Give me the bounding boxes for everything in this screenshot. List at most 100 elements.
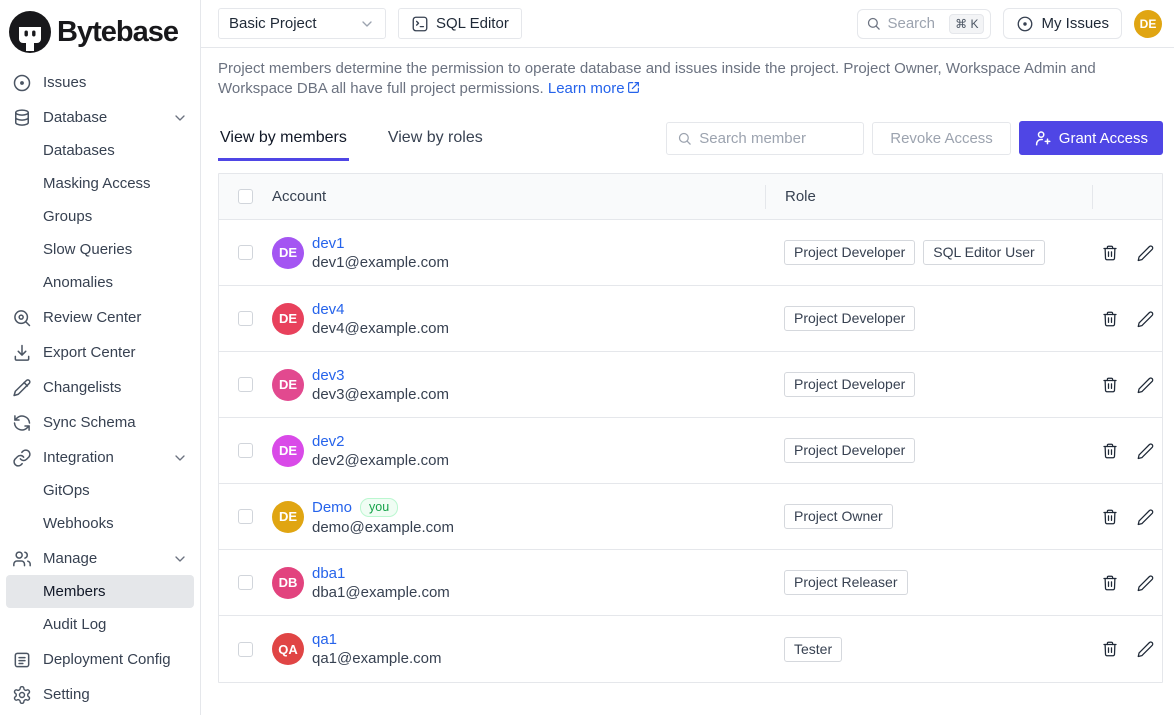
chevron-down-icon: [359, 16, 375, 32]
delete-member-trash-icon[interactable]: [1101, 442, 1119, 460]
sidebar-item-members[interactable]: Members: [6, 575, 194, 608]
sidebar-item-export-center[interactable]: Export Center: [6, 336, 194, 369]
row-checkbox[interactable]: [238, 642, 253, 657]
account-text: dev4 dev4@example.com: [312, 301, 449, 337]
revoke-access-button[interactable]: Revoke Access: [872, 122, 1011, 155]
edit-member-pencil-icon[interactable]: [1136, 310, 1154, 328]
edit-member-pencil-icon[interactable]: [1136, 442, 1154, 460]
members-table: Account Role DE dev1 dev1@example.com: [218, 173, 1163, 683]
member-name-link[interactable]: dev2: [312, 433, 345, 450]
sidebar-item-label: Databases: [43, 142, 115, 159]
sidebar-item-gitops[interactable]: GitOps: [6, 474, 194, 507]
member-email: dev4@example.com: [312, 320, 449, 337]
delete-member-trash-icon[interactable]: [1101, 508, 1119, 526]
select-all-checkbox[interactable]: [238, 189, 253, 204]
member-name-link[interactable]: dba1: [312, 565, 345, 582]
integration-icon: [12, 448, 32, 468]
chevron-down-icon: [172, 110, 188, 126]
sql-editor-button[interactable]: SQL Editor: [398, 8, 522, 39]
brand-logo[interactable]: Bytebase: [6, 8, 194, 64]
sidebar-item-slow-queries[interactable]: Slow Queries: [6, 233, 194, 266]
sidebar-item-masking-access[interactable]: Masking Access: [6, 167, 194, 200]
member-name-link[interactable]: qa1: [312, 631, 337, 648]
sidebar-item-anomalies[interactable]: Anomalies: [6, 266, 194, 299]
edit-member-pencil-icon[interactable]: [1136, 376, 1154, 394]
learn-more-link[interactable]: Learn more: [548, 80, 625, 97]
row-checkbox[interactable]: [238, 575, 253, 590]
member-email: dev2@example.com: [312, 452, 449, 469]
role-cell: Project Developer: [765, 372, 1092, 397]
member-name-link[interactable]: dev4: [312, 301, 345, 318]
sidebar-item-label: Sync Schema: [43, 414, 136, 431]
sidebar-item-webhooks[interactable]: Webhooks: [6, 507, 194, 540]
tab-view-by-members[interactable]: View by members: [218, 129, 349, 161]
sidebar-item-integration[interactable]: Integration: [6, 441, 194, 474]
delete-member-trash-icon[interactable]: [1101, 310, 1119, 328]
sidebar-item-label: Anomalies: [43, 274, 113, 291]
sidebar-item-label: Changelists: [43, 379, 121, 396]
sidebar-item-databases[interactable]: Databases: [6, 134, 194, 167]
project-select-value: Basic Project: [229, 15, 317, 32]
row-checkbox[interactable]: [238, 311, 253, 326]
topbar: Basic Project SQL Editor Search ⌘ K My I…: [201, 0, 1174, 48]
role-cell: Project Developer: [765, 306, 1092, 331]
role-chip: Project Owner: [784, 504, 893, 529]
brand-name: Bytebase: [57, 16, 178, 49]
member-avatar: DE: [272, 303, 304, 335]
search-placeholder: Search: [887, 15, 943, 32]
actions-cell: [1092, 508, 1162, 526]
sidebar-item-setting[interactable]: Setting: [6, 678, 194, 711]
actions-cell: [1092, 376, 1162, 394]
view-tabs: View by members View by roles: [218, 129, 485, 161]
edit-member-pencil-icon[interactable]: [1136, 508, 1154, 526]
terminal-icon: [411, 15, 429, 33]
member-search-input[interactable]: Search member: [666, 122, 864, 155]
sidebar-item-groups[interactable]: Groups: [6, 200, 194, 233]
member-name-link[interactable]: Demo: [312, 499, 352, 516]
sidebar-item-review-center[interactable]: Review Center: [6, 301, 194, 334]
member-name-link[interactable]: dev3: [312, 367, 345, 384]
sidebar-item-sync-schema[interactable]: Sync Schema: [6, 406, 194, 439]
member-row: DE dev2 dev2@example.com Project Develop…: [219, 418, 1162, 484]
member-avatar: DE: [272, 237, 304, 269]
row-checkbox-cell: [219, 642, 272, 657]
row-checkbox-cell: [219, 245, 272, 260]
sidebar-item-label: Webhooks: [43, 515, 114, 532]
sidebar-item-label: Integration: [43, 449, 114, 466]
edit-member-pencil-icon[interactable]: [1136, 574, 1154, 592]
account-cell: DE Demo you demo@example.com: [272, 498, 765, 536]
grant-access-button[interactable]: Grant Access: [1019, 121, 1163, 155]
role-chip: Project Releaser: [784, 570, 908, 595]
row-checkbox[interactable]: [238, 509, 253, 524]
edit-member-pencil-icon[interactable]: [1136, 244, 1154, 262]
tab-view-by-roles[interactable]: View by roles: [386, 129, 485, 161]
manage-icon: [12, 549, 32, 569]
global-search-input[interactable]: Search ⌘ K: [857, 9, 991, 39]
edit-member-pencil-icon[interactable]: [1136, 640, 1154, 658]
sidebar-item-database[interactable]: Database: [6, 101, 194, 134]
sidebar-item-audit-log[interactable]: Audit Log: [6, 608, 194, 641]
sidebar-item-changelists[interactable]: Changelists: [6, 371, 194, 404]
row-checkbox[interactable]: [238, 377, 253, 392]
sidebar-item-deployment-config[interactable]: Deployment Config: [6, 643, 194, 676]
actions-cell: [1092, 574, 1162, 592]
member-row: DB dba1 dba1@example.com Project Release…: [219, 550, 1162, 616]
sidebar-item-issues[interactable]: Issues: [6, 66, 194, 99]
row-checkbox-cell: [219, 311, 272, 326]
member-name-link[interactable]: dev1: [312, 235, 345, 252]
my-issues-button[interactable]: My Issues: [1003, 8, 1122, 39]
sidebar-item-manage[interactable]: Manage: [6, 542, 194, 575]
user-avatar[interactable]: DE: [1134, 10, 1162, 38]
row-checkbox[interactable]: [238, 245, 253, 260]
row-checkbox[interactable]: [238, 443, 253, 458]
delete-member-trash-icon[interactable]: [1101, 376, 1119, 394]
delete-member-trash-icon[interactable]: [1101, 640, 1119, 658]
delete-member-trash-icon[interactable]: [1101, 574, 1119, 592]
sync-icon: [12, 413, 32, 433]
member-avatar: DE: [272, 435, 304, 467]
delete-member-trash-icon[interactable]: [1101, 244, 1119, 262]
account-cell: DE dev2 dev2@example.com: [272, 433, 765, 469]
project-select[interactable]: Basic Project: [218, 8, 386, 39]
table-body: DE dev1 dev1@example.com Project Develop…: [219, 220, 1162, 682]
role-chip: Tester: [784, 637, 842, 662]
